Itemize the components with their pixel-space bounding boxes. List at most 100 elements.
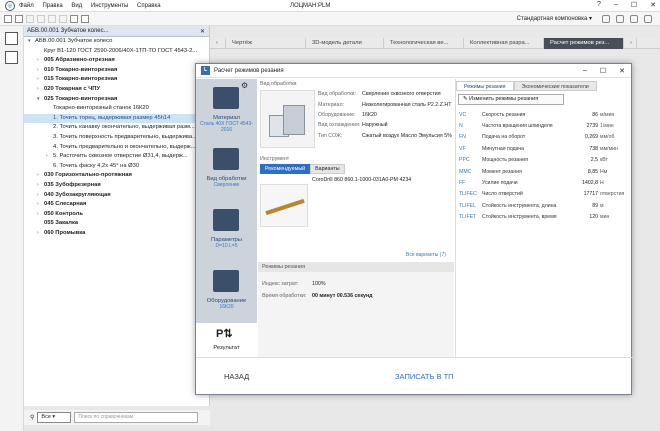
tree-row[interactable]: › 030 Горизонтально-протяжная [24,171,209,181]
tree-row[interactable]: ▾ 025 Токарно-винторезная [24,95,209,105]
all-variants-link[interactable]: Все варианты (7) [406,252,446,258]
time-label: Время обработки: [262,293,307,299]
back-button[interactable]: НАЗАД [224,372,389,381]
layout-selector[interactable]: Стандартная компоновка ▾ [517,15,592,22]
tree-row[interactable]: 3. Точить поверхность предварительно, вы… [24,133,209,143]
tree-row[interactable]: 2. Точить канавку окончательно, выдержив… [24,123,209,133]
dialog-logo-icon: L [201,66,210,75]
menu-file[interactable]: Файл [19,3,34,9]
step-processing[interactable]: Вид обработки Сверление [196,140,257,201]
tabs-scroll-left-icon[interactable]: ‹ [210,37,226,49]
tree-row[interactable]: › 010 Токарно-винторезная [24,66,209,76]
tab-drawing[interactable]: Чертёж [226,37,306,49]
proc-key: Оборудование: [318,111,356,118]
user-icon[interactable] [630,15,638,25]
redo-icon[interactable] [59,14,67,23]
settings-icon[interactable] [644,15,652,25]
minimize-icon[interactable]: – [614,1,618,9]
tab-3d-model[interactable]: 3D-модель детали [306,37,384,49]
proc-props: Вид обработки: Сверление сквозного отверс… [318,89,454,141]
param-name: Усилие подачи [482,180,518,187]
notification-icon[interactable] [616,15,624,25]
search-icon: ⚲ [30,415,35,421]
expand-arrow-icon[interactable]: › [37,200,44,210]
step-parameters[interactable]: Параметры D=10 L=5 [196,201,257,262]
expand-arrow-icon[interactable]: › [37,56,44,66]
help-icon[interactable]: ? [597,1,601,9]
param-value: 17717 [583,191,598,198]
menu-tools[interactable]: Инструменты [91,3,128,9]
search-input[interactable]: Поиск по справочникам [74,412,199,423]
tab-collaborative[interactable]: Коллективная разра... [464,37,544,49]
expand-arrow-icon[interactable]: ▾ [28,37,35,47]
tree-row[interactable]: Токарно-винторезный станок 16К20 [24,104,209,114]
tab-tech-sheet[interactable]: Технологическая ве... [384,37,464,49]
tree-row-label: 010 Токарно-винторезная [44,66,118,73]
expand-arrow-icon[interactable]: › [37,66,44,76]
dialog-close-icon[interactable]: ✕ [619,67,625,75]
save-all-icon[interactable] [37,14,45,23]
undo-icon[interactable] [48,14,56,23]
menu-view[interactable]: Вид [71,3,82,9]
tree-row[interactable]: › 045 Слесарная [24,200,209,210]
expand-arrow-icon[interactable]: › [37,75,44,85]
write-to-tp-button[interactable]: ЗАПИСАТЬ В ТП [395,372,454,381]
expand-arrow-icon[interactable]: ▾ [37,95,44,105]
tree-tab[interactable]: АБВ.00.001 Зубчатое колес... ✕ [24,26,209,37]
tabs-scroll-right-icon[interactable]: › [624,37,637,49]
expand-arrow-icon[interactable]: › [46,152,53,162]
pin-icon[interactable] [602,15,610,25]
tab-economics[interactable]: Экономические показатели [513,81,597,91]
dialog-minimize-icon[interactable]: – [583,67,587,75]
menu-edit[interactable]: Правка [42,3,62,9]
step-result-label: Результат [213,345,240,351]
expand-arrow-icon[interactable]: › [37,229,44,239]
tree-row[interactable]: › 005 Абразивно-отрезная [24,56,209,66]
tab-recommended[interactable]: Рекомендуемый [260,164,311,174]
approval-icon[interactable] [5,51,18,64]
tree-row[interactable]: › 020 Токарная с ЧПУ [24,85,209,95]
tree-row[interactable]: 055 Закалка [24,219,209,229]
step-result[interactable]: P⇅ Результат [196,323,257,357]
tree-row[interactable]: › 050 Контроль [24,210,209,220]
documents-icon[interactable] [5,32,18,45]
tab-cutting-modes[interactable]: Режимы резания [456,81,514,91]
param-row: VF Минутная подача 738 мм/мин [456,143,633,154]
tree-row[interactable]: 4. Точить предварительно и окончательно,… [24,143,209,153]
tree-row[interactable]: › 015 Токарно-винторезная [24,75,209,85]
menu-help[interactable]: Справка [137,3,161,9]
expand-arrow-icon[interactable]: › [37,191,44,201]
save-icon[interactable] [26,14,34,23]
param-row: FN Подача на оборот 0,269 мм/об [456,132,633,143]
tree-row[interactable]: Круг В1-120 ГОСТ 2590-2006/40Х-1ТП-ТО ГО… [24,47,209,57]
tree-row[interactable]: › 035 Зубофрезерная [24,181,209,191]
tree-row[interactable]: ▾ АБВ.00.001 Зубчатое колесо [24,37,209,47]
tab-cutting-calc[interactable]: Расчет режимов рез... [544,37,624,49]
expand-arrow-icon[interactable]: › [37,181,44,191]
tree-row[interactable]: 1. Точить торец, выдерживая размер 45h14 [24,113,209,124]
change-modes-button[interactable]: ✎ Изменить режимы резания [458,94,564,105]
search-scope-select[interactable]: Все ▾ [37,412,72,423]
tab-variants[interactable]: Варианты [310,164,345,174]
tree-row[interactable]: › 5. Расточить сквозное отверстие Ø31,4, … [24,152,209,162]
open-icon[interactable] [15,14,23,23]
window-icon[interactable] [81,14,89,23]
tree-row[interactable]: 6. Точить фаску 4,2х 45° на Ø30 [24,162,209,172]
menu-icon[interactable] [4,14,12,23]
result-icon: P⇅ [216,328,233,340]
tree-row-label: 5. Расточить сквозное отверстие Ø31,4, в… [53,153,188,160]
dialog-maximize-icon[interactable]: ☐ [600,67,606,75]
param-row: MMC Момент резания 8,85 Нм [456,166,633,177]
close-icon[interactable]: ✕ [650,1,656,9]
param-unit: Нм [600,168,608,175]
expand-arrow-icon[interactable]: › [37,210,44,220]
maximize-icon[interactable]: ☐ [631,1,637,9]
step-material[interactable]: Материал Сталь 40Х ГОСТ 4543-2016 [196,79,257,140]
step-equipment[interactable]: Оборудование 16К20 [196,262,257,323]
tree-row[interactable]: › 060 Промывка [24,229,209,239]
expand-arrow-icon[interactable]: › [37,85,44,95]
tree-row[interactable]: › 040 Зубозакругляющая [24,191,209,201]
print-icon[interactable] [70,14,78,23]
tool-name[interactable]: CoroDrill 860 860.1-1000-031A0-PM 4234 [312,177,411,183]
expand-arrow-icon[interactable]: › [37,171,44,181]
